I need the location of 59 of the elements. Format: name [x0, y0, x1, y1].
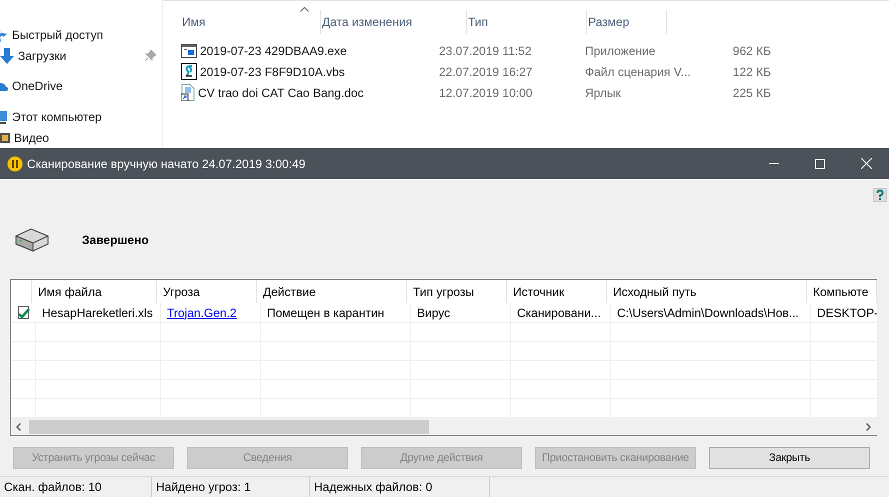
column-header[interactable]: Тип	[468, 13, 488, 31]
hard-drive-icon	[15, 228, 49, 252]
status-text: Скан. файлов: 10	[4, 479, 102, 496]
table-cell-text: Помещен в карантин	[267, 304, 384, 322]
scan-status: Завершено	[82, 232, 149, 249]
file-size: 962 КБ	[732, 44, 771, 58]
file-size: 122 КБ	[732, 64, 771, 78]
file-name[interactable]: 2019-07-23 F8F9D10A.vbs	[200, 62, 345, 80]
file-type: Файл сценария V...	[585, 64, 691, 78]
file-type: Ярлык	[585, 86, 621, 100]
script-file-icon	[181, 63, 197, 80]
status-text: Найдено угроз: 1	[156, 479, 251, 496]
scrollbar-thumb[interactable]	[29, 420, 429, 434]
file-date: 22.07.2019 16:27	[439, 64, 532, 78]
threat-link[interactable]: Trojan.Gen.2	[167, 304, 237, 322]
table-cell-text: Сканировани...	[517, 304, 601, 322]
nav-item[interactable]: OneDrive	[12, 77, 63, 96]
column-header[interactable]: Тип угрозы	[413, 282, 474, 300]
monitor-icon	[0, 110, 8, 124]
table-cell-text: C:\Users\Admin\Downloads\Нов...	[617, 304, 799, 322]
download-arrow-icon	[0, 48, 14, 64]
file-name[interactable]: 2019-07-23 429DBAA9.exe	[200, 42, 347, 60]
nav-item[interactable]: Быстрый доступ	[12, 26, 104, 44]
column-header[interactable]: Дата изменения	[322, 13, 412, 31]
column-header[interactable]: Источник	[513, 282, 564, 300]
window-title: Сканирование вручную начато 24.07.2019 3:00:49	[27, 156, 306, 172]
nav-item[interactable]: Видео	[14, 128, 50, 147]
maximize-icon	[815, 158, 825, 168]
file-name[interactable]: CV trao doi CAT Cao Bang.doc	[198, 84, 364, 102]
column-header[interactable]: Угроза	[163, 282, 200, 300]
nav-item[interactable]: Этот компьютер	[12, 108, 102, 126]
column-header[interactable]: Действие	[263, 282, 316, 300]
document-shortcut-icon	[181, 84, 195, 101]
file-date: 12.07.2019 10:00	[439, 86, 532, 100]
status-text: Надежных файлов: 0	[314, 479, 432, 496]
column-header[interactable]: Исходный путь	[613, 282, 696, 300]
help-icon[interactable]	[873, 188, 887, 202]
film-icon	[0, 132, 10, 143]
file-type: Приложение	[585, 44, 656, 58]
cloud-icon	[0, 81, 8, 92]
column-header[interactable]: Компьюте	[813, 282, 868, 300]
close-icon	[860, 158, 872, 169]
horizontal-scrollbar[interactable]	[11, 418, 877, 435]
application-window-icon	[181, 44, 197, 58]
star-icon	[0, 28, 8, 42]
sort-caret-icon[interactable]	[300, 7, 309, 12]
nav-item[interactable]: Загрузки	[18, 46, 66, 65]
action-button[interactable]: Закрыть	[709, 447, 870, 469]
row-checkbox-icon[interactable]	[16, 306, 30, 320]
file-size: 225 КБ	[732, 86, 771, 100]
minimize-icon	[769, 163, 779, 164]
column-header[interactable]: Имя	[182, 13, 206, 31]
scroll-left-icon[interactable]	[16, 422, 21, 430]
table-cell-text: Вирус	[417, 304, 450, 322]
scroll-right-icon[interactable]	[866, 422, 871, 430]
column-header[interactable]: Размер	[588, 13, 630, 31]
column-header[interactable]: Имя файла	[38, 282, 102, 300]
table-cell-text: HesapHareketleri.xls	[42, 304, 153, 322]
file-date: 23.07.2019 11:52	[439, 44, 532, 58]
